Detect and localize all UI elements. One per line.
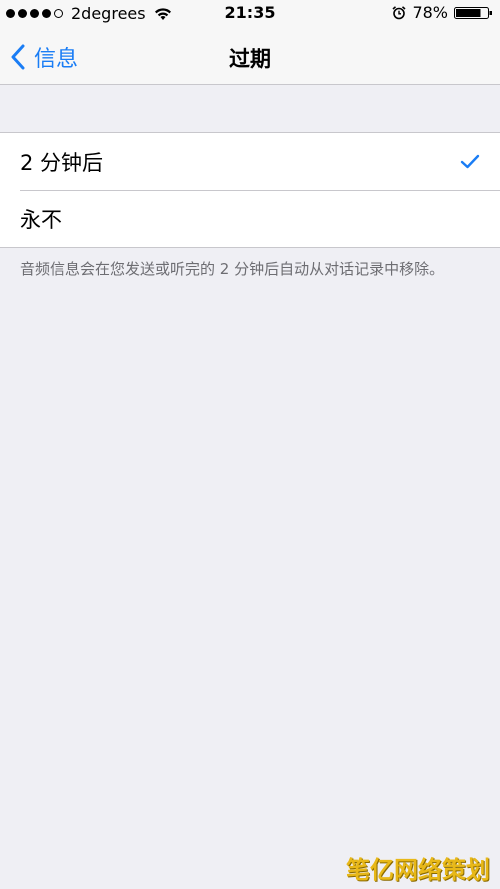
option-label: 2 分钟后 [20,150,104,175]
battery-percent: 78% [412,3,448,22]
option-two-minutes[interactable]: 2 分钟后 [0,133,500,190]
status-right: 78% [392,3,494,22]
alarm-icon [392,5,406,19]
page-title: 过期 [229,47,271,71]
navigation-bar: 信息 过期 [0,28,500,85]
option-never[interactable]: 永不 [0,190,500,247]
option-label: 永不 [20,207,62,232]
footnote-text: 音频信息会在您发送或听完的 2 分钟后自动从对话记录中移除。 [20,260,445,278]
status-bar: 2degrees 21:35 78% [0,0,500,28]
watermark-logo: 笔亿网络策划 [346,856,490,884]
checkmark-icon [460,154,480,169]
expire-options-group: 2 分钟后 永不 [0,132,500,248]
battery-icon [454,6,492,19]
